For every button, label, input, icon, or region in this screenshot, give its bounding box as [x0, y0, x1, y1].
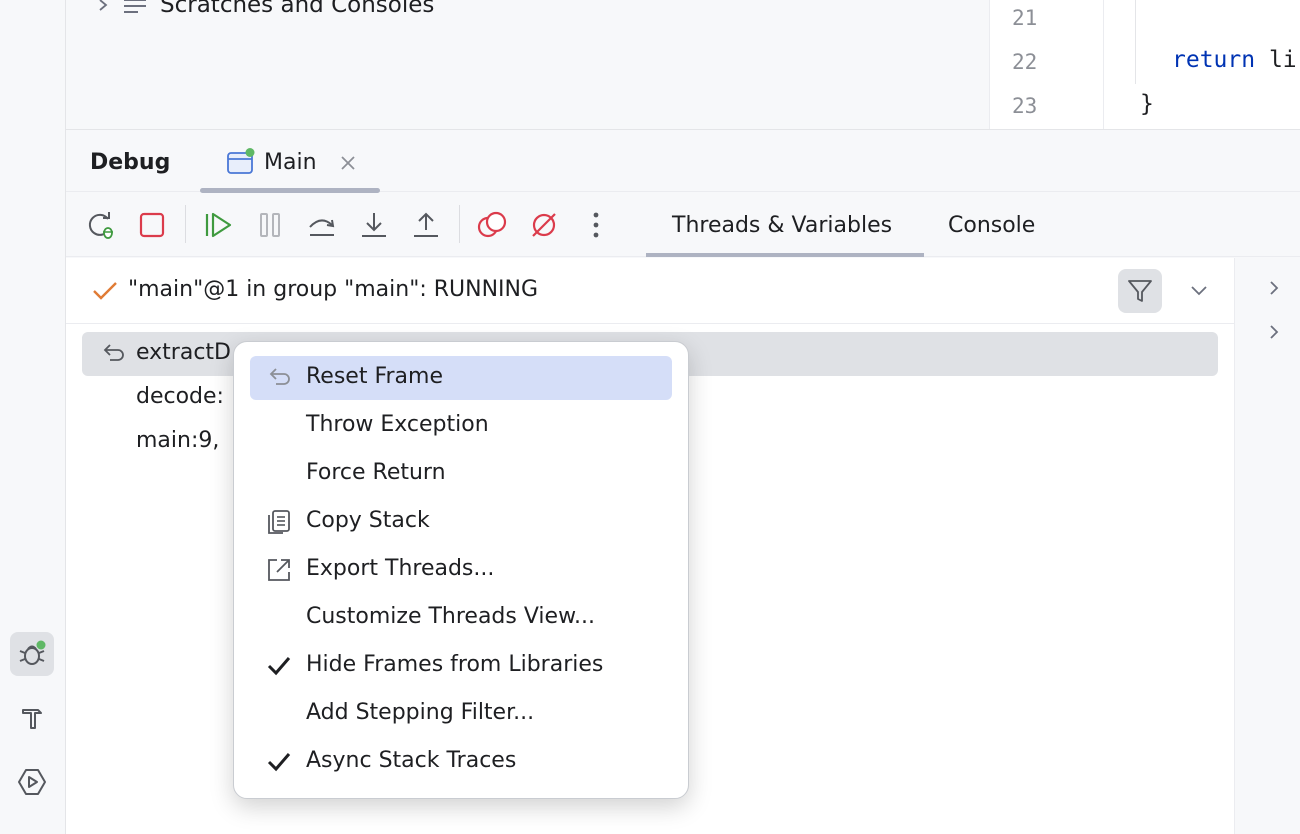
menu-item-label: Export Threads...: [306, 556, 495, 581]
tab-console[interactable]: Console: [948, 213, 1035, 238]
code-editor[interactable]: 21 22 23 return li }: [989, 0, 1300, 129]
line-gutter: 21 22 23: [990, 0, 1104, 129]
rerun-button[interactable]: [84, 208, 118, 242]
project-tree: Scratches and Consoles: [66, 0, 989, 129]
step-into-icon: [362, 213, 386, 237]
menu-item-force-return[interactable]: Force Return: [250, 452, 672, 496]
menu-item-label: Hide Frames from Libraries: [306, 652, 604, 677]
toolbar-separator: [185, 205, 186, 243]
thread-label: "main"@1 in group "main": RUNNING: [128, 277, 539, 302]
code-line: return li: [1172, 47, 1297, 73]
menu-item-reset-frame[interactable]: Reset Frame: [250, 356, 672, 400]
scratches-icon: [124, 0, 146, 13]
rerun-debug-icon: [88, 212, 113, 239]
line-number: 22: [1012, 50, 1038, 74]
more-options-button[interactable]: [579, 208, 613, 242]
frame-label: extractD: [136, 340, 231, 365]
menu-item-label: Async Stack Traces: [306, 748, 517, 773]
check-icon: [93, 282, 117, 300]
menu-item-async-stack-traces[interactable]: Async Stack Traces: [250, 740, 672, 784]
tree-node-label: Scratches and Consoles: [160, 0, 435, 18]
tree-node-scratches[interactable]: Scratches and Consoles: [96, 0, 434, 20]
frame-label: decode:: [136, 384, 224, 409]
close-icon[interactable]: [340, 155, 356, 171]
menu-item-label: Add Stepping Filter...: [306, 700, 535, 725]
mute-breakpoints-icon: [532, 213, 556, 237]
frame-context-menu: Reset Frame Throw Exception Force Return…: [233, 341, 689, 799]
menu-item-label: Customize Threads View...: [306, 604, 596, 629]
debug-toolbar: Threads & Variables Console: [66, 193, 1300, 257]
step-out-icon: [414, 212, 438, 237]
toolbar-separator: [459, 205, 460, 243]
menu-item-label: Copy Stack: [306, 508, 430, 533]
tab-threads-variables[interactable]: Threads & Variables: [672, 213, 892, 238]
bug-icon: [19, 640, 46, 665]
chevron-right-icon: [1270, 325, 1279, 339]
code-text: li: [1255, 47, 1297, 73]
frame-label: main:9,: [136, 428, 220, 453]
checkmark-icon: [264, 651, 294, 681]
step-into-button[interactable]: [357, 208, 391, 242]
stop-button[interactable]: [135, 208, 169, 242]
session-tab-main[interactable]: Main: [200, 130, 380, 193]
breakpoints-icon: [477, 211, 507, 238]
application-icon: [227, 148, 255, 174]
menu-item-copy-stack[interactable]: Copy Stack: [250, 500, 672, 544]
menu-item-add-stepping-filter[interactable]: Add Stepping Filter...: [250, 692, 672, 736]
resume-icon: [205, 212, 232, 238]
hammer-icon: [22, 709, 42, 729]
debug-tool-window-header: Debug Main: [66, 130, 1300, 193]
left-tool-strip: [0, 0, 66, 834]
chevron-down-icon: [1191, 286, 1207, 296]
reset-frame-icon: [264, 363, 294, 393]
thread-dropdown-button[interactable]: [1182, 274, 1216, 308]
menu-item-export-threads[interactable]: Export Threads...: [250, 548, 672, 592]
reset-frame-icon: [103, 344, 124, 361]
active-tab-indicator: [646, 253, 924, 257]
menu-item-customize-threads-view[interactable]: Customize Threads View...: [250, 596, 672, 640]
more-vertical-icon: [593, 212, 599, 238]
step-over-icon: [309, 219, 335, 236]
debug-tool-button[interactable]: [10, 632, 54, 676]
build-tool-button[interactable]: [10, 696, 54, 740]
line-number: 23: [1012, 94, 1038, 118]
session-tab-label: Main: [264, 150, 317, 175]
checkmark-icon: [264, 747, 294, 777]
resume-button[interactable]: [201, 208, 235, 242]
expand-button[interactable]: [1261, 275, 1287, 301]
menu-item-hide-frames-from-libraries[interactable]: Hide Frames from Libraries: [250, 644, 672, 688]
chevron-right-icon: [1270, 281, 1279, 295]
chevron-right-icon: [99, 0, 108, 11]
debug-title: Debug: [90, 150, 171, 175]
step-out-button[interactable]: [409, 208, 443, 242]
step-over-button[interactable]: [305, 208, 339, 242]
code-line: }: [1140, 91, 1154, 117]
menu-item-label: Throw Exception: [306, 412, 489, 437]
menu-item-throw-exception[interactable]: Throw Exception: [250, 404, 672, 448]
menu-item-label: Force Return: [306, 460, 446, 485]
indent-guide: [1135, 0, 1136, 84]
mute-breakpoints-button[interactable]: [527, 208, 561, 242]
copy-icon: [264, 507, 294, 537]
run-services-icon: [18, 769, 46, 795]
services-tool-button[interactable]: [10, 760, 54, 804]
view-breakpoints-button[interactable]: [475, 208, 509, 242]
menu-item-label: Reset Frame: [306, 364, 443, 389]
stop-icon: [139, 212, 165, 238]
line-number: 21: [1012, 6, 1038, 30]
pause-icon: [260, 213, 280, 237]
filter-icon: [1128, 280, 1152, 302]
thread-selector[interactable]: "main"@1 in group "main": RUNNING: [66, 258, 1234, 324]
variables-panel: [1234, 258, 1300, 834]
expand-button[interactable]: [1261, 319, 1287, 345]
code-keyword: return: [1172, 47, 1256, 73]
pause-button[interactable]: [253, 208, 287, 242]
export-icon: [264, 555, 294, 585]
filter-button[interactable]: [1118, 269, 1162, 313]
